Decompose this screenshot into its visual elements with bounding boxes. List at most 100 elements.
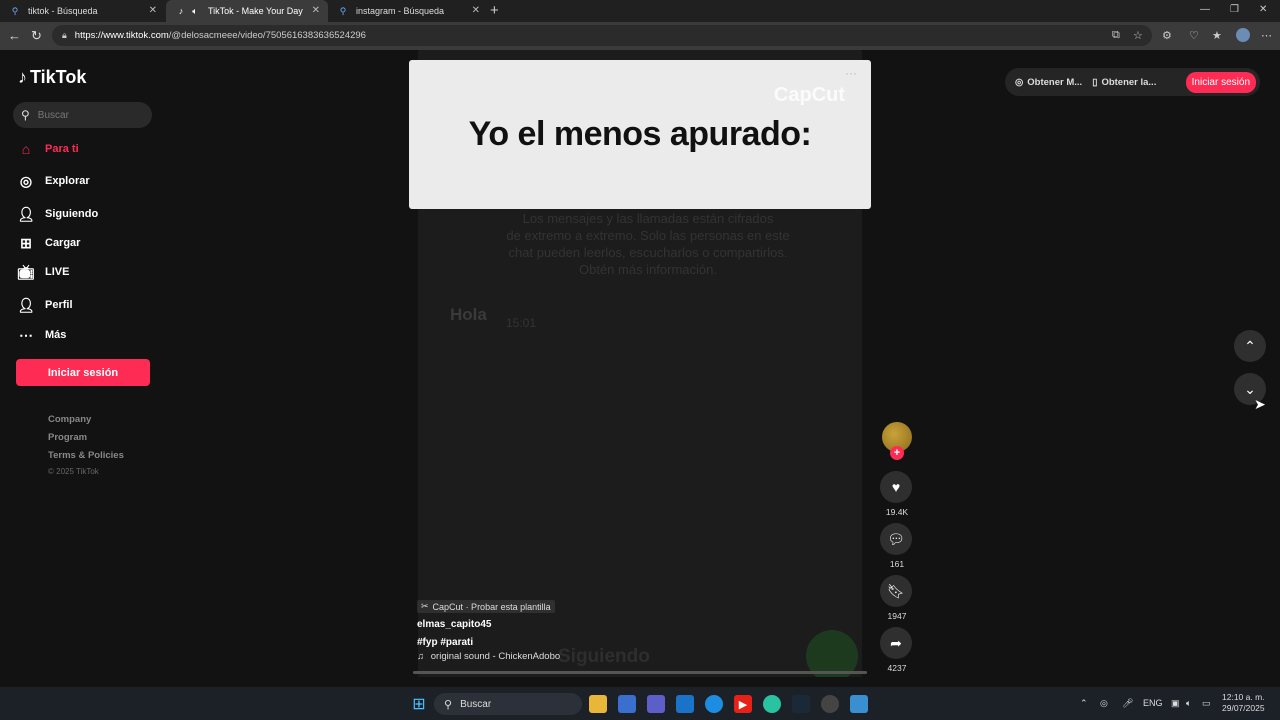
youtube-icon[interactable]: ▶	[734, 695, 752, 713]
sidebar-item-label: Cargar	[45, 237, 81, 249]
more-menu-icon[interactable]: ⋯	[1261, 29, 1272, 42]
footer-link-terms[interactable]: Terms & Policies	[48, 450, 124, 461]
browser-tab-bar: ⚲ tiktok - Búsqueda ✕ ♪ 🔈︎ TikTok - Make…	[0, 0, 1280, 22]
outlook-icon[interactable]	[676, 695, 694, 713]
top-right-actions: ◎ Obtener M... ▯ Obtener la... Iniciar s…	[1005, 68, 1260, 96]
new-tab-button[interactable]: +	[490, 2, 499, 19]
volume-icon[interactable]: 🔈︎	[1186, 698, 1191, 709]
close-icon[interactable]: ✕	[149, 5, 157, 16]
chevron-up-icon[interactable]: ⌃	[1080, 698, 1088, 709]
window-close-button[interactable]: ✕	[1259, 4, 1267, 15]
url-path: /@delosacmeee/video/7505616383636524296	[168, 30, 366, 41]
lock-icon[interactable]: 🔒︎	[62, 30, 67, 41]
edge-icon[interactable]	[763, 695, 781, 713]
star-icon[interactable]: ☆	[1133, 29, 1143, 42]
sidebar-item-mas[interactable]: ⋯ Más	[18, 327, 66, 343]
tab-tiktok-search[interactable]: ⚲ tiktok - Búsqueda ✕	[0, 0, 165, 22]
search-icon: ⚲	[21, 108, 30, 122]
minimize-button[interactable]: —	[1200, 4, 1210, 15]
steam-icon[interactable]	[792, 695, 810, 713]
extensions-icon[interactable]: ⚙	[1162, 29, 1172, 42]
battery-icon[interactable]: ▭	[1202, 698, 1211, 709]
sidebar-login-button[interactable]: Iniciar sesión	[16, 359, 150, 386]
sidebar-item-live[interactable]: 📺︎ LIVE	[17, 263, 69, 280]
bookmark-icon[interactable]: 🔖︎	[880, 575, 912, 607]
taskbar-search-label: Buscar	[460, 698, 492, 710]
tab-instagram-search[interactable]: ⚲ instagram - Búsqueda ✕	[328, 0, 488, 22]
sidebar-item-siguiendo[interactable]: 👤︎ Siguiendo	[17, 205, 99, 222]
file-explorer-icon[interactable]	[589, 695, 607, 713]
sidebar-item-explorar[interactable]: ◎ Explorar	[18, 173, 90, 189]
share-icon[interactable]: ➦	[880, 627, 912, 659]
chevron-up-icon[interactable]: ⌃	[1234, 330, 1266, 362]
chat-bubble-text: Hola	[450, 305, 487, 324]
sidebar-item-para-ti[interactable]: ⌂ Para ti	[18, 141, 79, 157]
get-app-button-1[interactable]: ◎ Obtener M...	[1015, 77, 1082, 88]
clock-date: 29/07/2025	[1222, 703, 1265, 713]
footer-link-program[interactable]: Program	[48, 432, 87, 443]
capcut-tag-text: CapCut · Probar esta plantilla	[432, 601, 551, 612]
open-in-app-icon[interactable]: ⧉	[1112, 29, 1120, 42]
tab-title: instagram - Búsqueda	[356, 6, 445, 16]
capcut-watermark: CapCut	[773, 84, 845, 106]
back-icon[interactable]: ←	[8, 28, 21, 43]
follow-plus-icon[interactable]: +	[890, 446, 904, 460]
app-icon[interactable]	[705, 695, 723, 713]
notice-line: Los mensajes y las llamadas están cifrad…	[522, 211, 774, 226]
save-action: 🔖︎ 1947	[880, 575, 914, 621]
tab-tiktok-video[interactable]: ♪ 🔈︎ TikTok - Make Your Day ✕	[166, 0, 328, 22]
save-count: 1947	[887, 611, 907, 621]
more-icon: ⋯	[19, 326, 33, 343]
photos-icon[interactable]	[850, 695, 868, 713]
close-icon[interactable]: ✕	[472, 5, 480, 16]
search-icon: ⚲	[339, 5, 347, 16]
get-app-label-2: Obtener la...	[1101, 76, 1157, 88]
microphone-icon[interactable]: 🎤︎	[1122, 698, 1133, 709]
search-placeholder: Buscar	[37, 109, 69, 121]
footer-link-company[interactable]: Company	[48, 414, 91, 425]
sidebar-item-label: Siguiendo	[45, 208, 99, 220]
capcut-icon: ✂	[421, 601, 429, 611]
heart-icon[interactable]: ♥	[880, 471, 912, 503]
comment-icon[interactable]: 💬︎	[880, 523, 912, 555]
video-author[interactable]: elmas_capito45	[417, 619, 492, 630]
windows-start-icon[interactable]: ⊞	[410, 695, 428, 713]
mouse-cursor-icon: ➤	[1254, 396, 1266, 412]
url-field[interactable]: 🔒︎ https://www.tiktok.com /@delosacmeee/…	[52, 25, 1152, 46]
restore-button[interactable]: ❐	[1230, 4, 1239, 15]
browser-essentials-icon[interactable]: ♡	[1189, 29, 1199, 42]
capcut-template-tag[interactable]: ✂ CapCut · Probar esta plantilla	[417, 600, 555, 613]
language-indicator[interactable]: ENG	[1143, 698, 1163, 708]
notice-line: chat pueden leerlos, escucharlos o compa…	[508, 245, 788, 260]
like-count: 19.4K	[885, 507, 909, 517]
search-icon: ⚲	[11, 5, 19, 16]
teams-icon[interactable]	[647, 695, 665, 713]
sidebar: ♪ TikTok ⚲ Buscar ⌂ Para ti ◎ Explorar 👤…	[0, 50, 165, 687]
video-sound[interactable]: ♫ original sound - ChickenAdobo	[417, 651, 560, 662]
following-icon: 👤︎	[17, 205, 35, 222]
tiktok-icon: ♪	[178, 6, 184, 16]
sidebar-item-cargar[interactable]: ⊞ Cargar	[18, 235, 80, 251]
header-login-button[interactable]: Iniciar sesión	[1185, 71, 1256, 93]
speaker-icon[interactable]: 🔈︎	[190, 6, 200, 16]
tray-app-icon[interactable]: ◎	[1100, 698, 1108, 709]
video-hashtags[interactable]: #fyp #parati	[417, 637, 473, 648]
sidebar-item-perfil[interactable]: 👤︎ Perfil	[17, 297, 72, 313]
video-progress-bar[interactable]	[413, 671, 867, 674]
comment-action: 💬︎ 161	[880, 523, 914, 569]
close-icon[interactable]: ✕	[312, 5, 320, 16]
refresh-icon[interactable]: ↻	[31, 28, 42, 44]
tiktok-logo[interactable]: ♪ TikTok	[18, 67, 86, 88]
taskbar-search[interactable]: ⚲ Buscar	[434, 693, 582, 715]
chatgpt-icon[interactable]	[821, 695, 839, 713]
search-input[interactable]: ⚲ Buscar	[13, 102, 152, 128]
favorites-icon[interactable]: ★	[1212, 29, 1222, 42]
profile-avatar-icon[interactable]	[1236, 28, 1250, 42]
comment-count: 161	[889, 559, 905, 569]
live-icon: 📺︎	[17, 263, 35, 280]
store-icon[interactable]	[618, 695, 636, 713]
sidebar-item-label: Explorar	[45, 175, 90, 187]
get-app-button-2[interactable]: ▯ Obtener la...	[1092, 77, 1156, 88]
taskbar-clock[interactable]: 12:10 a. m. 29/07/2025	[1222, 692, 1265, 714]
network-icon[interactable]: ▣	[1171, 698, 1180, 709]
